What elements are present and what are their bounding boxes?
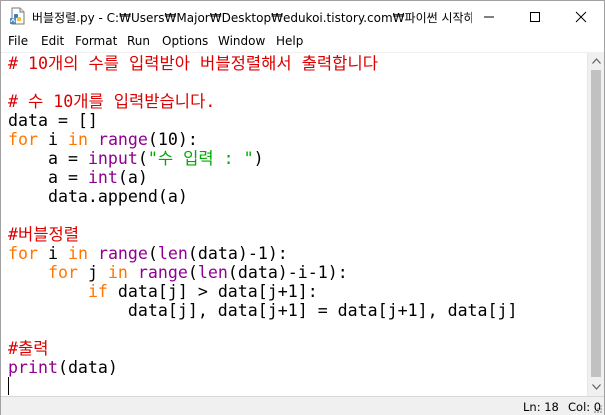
code-token-keyword: in	[67, 130, 88, 149]
code-line: data.append(a)	[8, 187, 188, 206]
code-token-default: a =	[8, 168, 88, 187]
code-token-comment: #출력	[8, 339, 49, 358]
resize-grip-icon[interactable]	[593, 404, 603, 414]
maximize-button[interactable]	[512, 1, 558, 32]
code-token-default: i	[37, 130, 68, 149]
code-token-string: "수 입력 : "	[147, 149, 254, 168]
code-token-builtin: range	[97, 244, 148, 263]
code-token-keyword: for	[8, 130, 38, 149]
menu-file[interactable]: File	[8, 34, 28, 48]
minimize-button[interactable]	[466, 1, 512, 32]
code-token-default: (a)	[117, 168, 148, 187]
code-token-keyword: if	[87, 282, 108, 301]
menu-format[interactable]: Format	[75, 34, 117, 48]
code-line: #버블정렬	[8, 225, 79, 244]
code-token-default: j	[77, 263, 108, 282]
code-token-default: (data)	[57, 358, 118, 377]
code-token-default: data[j], data[j+1] = data[j+1], data[j]	[8, 301, 518, 320]
idle-editor-window: 버블정렬.py - C:₩Users₩Major₩Desktop₩edukoi.…	[0, 0, 605, 415]
scroll-down-arrow-icon	[592, 384, 601, 390]
code-line: # 10개의 수를 입력받아 버블정렬해서 출력합니다	[8, 54, 378, 73]
code-editor[interactable]: # 10개의 수를 입력받아 버블정렬해서 출력합니다 # 수 10개를 입력받습…	[1, 53, 587, 396]
code-token-builtin: range	[137, 263, 188, 282]
code-line: a = input("수 입력 : ")	[8, 149, 264, 168]
line-number: Ln: 18	[523, 400, 559, 414]
code-token-keyword: for	[8, 244, 38, 263]
code-token-builtin: print	[8, 358, 58, 377]
menu-bar: File Edit Format Run Options Window Help	[1, 32, 604, 53]
minimize-icon	[484, 16, 494, 18]
code-token-default: (	[187, 263, 198, 282]
menu-options[interactable]: Options	[162, 34, 208, 48]
code-line: data = []	[8, 111, 98, 130]
code-token-default: (10):	[147, 130, 198, 149]
code-token-builtin: len	[197, 263, 228, 282]
code-token-default: )	[253, 149, 264, 168]
python-file-icon	[9, 7, 27, 25]
code-token-default: (	[137, 149, 148, 168]
code-token-default: a =	[8, 149, 88, 168]
menu-run[interactable]: Run	[127, 34, 150, 48]
close-icon	[575, 11, 587, 23]
code-line: print(data)	[8, 358, 118, 377]
menu-help[interactable]: Help	[276, 34, 303, 48]
window-title: 버블정렬.py - C:₩Users₩Major₩Desktop₩edukoi.…	[32, 11, 472, 25]
title-bar[interactable]: 버블정렬.py - C:₩Users₩Major₩Desktop₩edukoi.…	[1, 1, 604, 32]
code-line: # 수 10개를 입력받습니다.	[8, 92, 215, 111]
code-token-keyword: for	[47, 263, 78, 282]
code-line: if data[j] > data[j+1]:	[8, 282, 318, 301]
code-token-keyword: in	[107, 263, 128, 282]
scroll-up-button[interactable]	[588, 53, 605, 70]
code-token-keyword: in	[67, 244, 88, 263]
code-line: #출력	[8, 339, 49, 358]
code-token-default: i	[37, 244, 68, 263]
code-token-builtin: input	[87, 149, 138, 168]
close-button[interactable]	[558, 1, 604, 32]
code-token-default: (	[147, 244, 158, 263]
code-token-default: data[j] > data[j+1]:	[107, 282, 318, 301]
code-line: for j in range(len(data)-i-1):	[8, 263, 348, 282]
code-token-comment: #버블정렬	[8, 225, 80, 244]
menu-window[interactable]: Window	[218, 34, 265, 48]
status-bar: Ln: 18 Col: 0	[1, 396, 604, 415]
code-token-default	[8, 263, 48, 282]
code-line: for i in range(len(data)-1):	[8, 244, 288, 263]
menu-edit[interactable]: Edit	[41, 34, 64, 48]
code-token-default: data = []	[8, 111, 98, 130]
code-line: for i in range(10):	[8, 130, 198, 149]
scroll-down-button[interactable]	[588, 379, 605, 396]
code-token-default	[128, 263, 138, 282]
code-line: data[j], data[j+1] = data[j+1], data[j]	[8, 301, 518, 320]
code-token-builtin: len	[157, 244, 188, 263]
code-token-default: data.append(a)	[8, 187, 188, 206]
code-token-comment: # 수 10개를 입력받습니다.	[8, 92, 216, 111]
text-cursor	[8, 377, 9, 395]
scroll-up-arrow-icon	[592, 58, 601, 64]
code-token-builtin: int	[87, 168, 118, 187]
vertical-scrollbar[interactable]	[587, 53, 604, 396]
code-token-default: (data)-i-1):	[227, 263, 348, 282]
code-token-default: (data)-1):	[187, 244, 288, 263]
code-token-default	[8, 282, 88, 301]
code-token-default	[88, 130, 98, 149]
code-token-comment: # 10개의 수를 입력받아 버블정렬해서 출력합니다	[8, 54, 378, 73]
code-line: a = int(a)	[8, 168, 148, 187]
code-token-default	[88, 244, 98, 263]
code-token-builtin: range	[97, 130, 148, 149]
maximize-icon	[530, 12, 540, 22]
scroll-thumb[interactable]	[591, 70, 601, 377]
